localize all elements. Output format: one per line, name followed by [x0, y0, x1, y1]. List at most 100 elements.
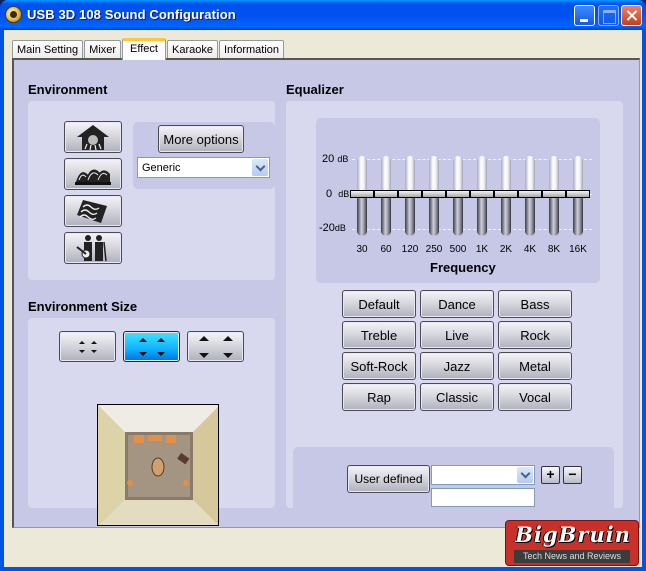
environment-panel: More options Generic	[28, 101, 275, 280]
preset-vocal-button[interactable]: Vocal	[498, 383, 572, 411]
eq-slider-250[interactable]	[422, 118, 446, 283]
slider-track-lower[interactable]	[477, 198, 487, 236]
eq-slider-60[interactable]	[374, 118, 398, 283]
slider-handle[interactable]	[542, 190, 566, 198]
db-top-unit: dB	[337, 154, 349, 164]
speaker-app-icon	[5, 6, 22, 23]
slider-handle[interactable]	[566, 190, 590, 198]
environment-title: Environment	[28, 82, 108, 97]
db-mid-unit: dB	[338, 189, 350, 199]
preset-dance-button[interactable]: Dance	[420, 290, 494, 318]
slider-track-lower[interactable]	[429, 198, 439, 236]
preset-treble-button[interactable]: Treble	[342, 321, 416, 349]
watermark-tagline: Tech News and Reviews	[514, 550, 630, 563]
env-opera-house-button[interactable]	[64, 158, 122, 190]
eq-slider-2K[interactable]	[494, 118, 518, 283]
slider-track-lower[interactable]	[405, 198, 415, 236]
tab-mixer[interactable]: Mixer	[84, 40, 122, 59]
large-room-arrows-icon	[198, 335, 233, 358]
size-small-button[interactable]	[59, 331, 116, 362]
preset-soft-rock-button[interactable]: Soft-Rock	[342, 352, 416, 380]
eq-slider-30[interactable]	[350, 118, 374, 283]
eq-slider-1K[interactable]	[470, 118, 494, 283]
slider-track-lower[interactable]	[525, 198, 535, 236]
tab-effect[interactable]: Effect	[122, 38, 166, 60]
maximize-button[interactable]	[598, 5, 619, 26]
preset-rap-button[interactable]: Rap	[342, 383, 416, 411]
preset-classic-button[interactable]: Classic	[420, 383, 494, 411]
user-defined-name-input[interactable]	[431, 488, 535, 507]
slider-track-lower[interactable]	[357, 198, 367, 236]
tab-information[interactable]: Information	[218, 40, 284, 59]
bathroom-icon	[77, 125, 109, 151]
preset-jazz-button[interactable]: Jazz	[420, 352, 494, 380]
eq-slider-4K[interactable]	[518, 118, 542, 283]
environment-options-panel: More options Generic	[133, 122, 275, 189]
bigbruin-watermark: BigBruin Tech News and Reviews	[505, 520, 639, 566]
slider-handle[interactable]	[470, 190, 494, 198]
preset-rock-button[interactable]: Rock	[498, 321, 572, 349]
size-medium-button[interactable]	[123, 331, 180, 362]
preset-default-button[interactable]: Default	[342, 290, 416, 318]
chevron-down-icon[interactable]	[517, 467, 533, 483]
slider-track-lower[interactable]	[549, 198, 559, 236]
minimize-button[interactable]	[574, 5, 595, 26]
size-large-button[interactable]	[187, 331, 244, 362]
user-defined-select[interactable]	[431, 465, 535, 485]
db-bottom-unit: dB	[334, 223, 346, 233]
medium-room-arrows-icon	[138, 337, 165, 356]
room-preview	[97, 404, 219, 526]
equalizer-title: Equalizer	[286, 82, 344, 97]
environment-size-title: Environment Size	[28, 299, 138, 314]
env-concert-button[interactable]	[64, 232, 122, 264]
window-client: Main Setting Mixer Effect Karaoke Inform…	[4, 30, 642, 567]
environment-preset-value: Generic	[142, 161, 181, 174]
eq-slider-16K[interactable]	[566, 118, 590, 283]
preset-bass-button[interactable]: Bass	[498, 290, 572, 318]
env-bathroom-button[interactable]	[64, 121, 122, 153]
chevron-down-icon[interactable]	[252, 159, 268, 176]
slider-handle[interactable]	[446, 190, 470, 198]
db-bottom-value: -20	[319, 222, 335, 234]
tab-karaoke[interactable]: Karaoke	[166, 40, 218, 59]
effect-page: Environment More options Generic Environ…	[12, 58, 640, 528]
eq-slider-area: 20 dB 0 dB -20dB Frequency 30 60 120 250 500…	[316, 118, 600, 283]
db-mid-value: 0	[326, 188, 333, 200]
tab-main-setting[interactable]: Main Setting	[12, 40, 84, 59]
freq-label: 16K	[569, 244, 587, 255]
db-label-mid: 0 dB	[326, 188, 349, 200]
remove-preset-button[interactable]: −	[563, 466, 582, 484]
slider-handle[interactable]	[518, 190, 542, 198]
slider-handle[interactable]	[398, 190, 422, 198]
preset-metal-button[interactable]: Metal	[498, 352, 572, 380]
db-label-bottom: -20dB	[319, 222, 346, 234]
env-carpet-button[interactable]	[64, 195, 122, 227]
watermark-brand: BigBruin	[515, 522, 631, 547]
slider-handle[interactable]	[494, 190, 518, 198]
db-label-top: 20 dB	[322, 153, 348, 165]
slider-handle[interactable]	[350, 190, 374, 198]
eq-slider-8K[interactable]	[542, 118, 566, 283]
title-bar[interactable]: USB 3D 108 Sound Configuration	[0, 0, 646, 30]
environment-preset-select[interactable]: Generic	[137, 157, 270, 178]
slider-handle[interactable]	[374, 190, 398, 198]
slider-track-lower[interactable]	[501, 198, 511, 236]
carpet-icon	[77, 200, 107, 223]
eq-slider-500[interactable]	[446, 118, 470, 283]
slider-handle[interactable]	[422, 190, 446, 198]
more-options-button[interactable]: More options	[158, 125, 244, 153]
add-preset-button[interactable]: +	[541, 466, 560, 484]
user-defined-panel: User defined + −	[293, 447, 614, 523]
user-defined-button[interactable]: User defined	[347, 465, 430, 493]
close-button[interactable]	[621, 5, 642, 26]
preset-live-button[interactable]: Live	[420, 321, 494, 349]
tab-strip: Main Setting Mixer Effect Karaoke Inform…	[12, 37, 285, 60]
slider-track-lower[interactable]	[453, 198, 463, 236]
eq-slider-120[interactable]	[398, 118, 422, 283]
eq-sliders-panel: 20 dB 0 dB -20dB Frequency 30 60 120 250 500…	[316, 118, 600, 283]
slider-track-lower[interactable]	[381, 198, 391, 236]
slider-track-lower[interactable]	[573, 198, 583, 236]
opera-house-icon	[75, 169, 111, 185]
concert-performers-icon	[76, 235, 107, 262]
small-room-arrows-icon	[78, 340, 97, 353]
